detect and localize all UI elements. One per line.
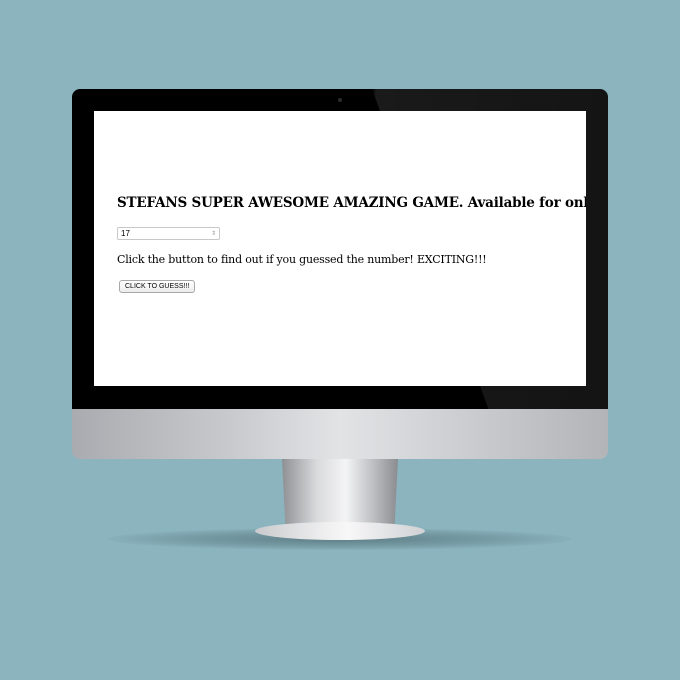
monitor-stand-foot: [255, 522, 425, 540]
screen: STEFANS SUPER AWESOME AMAZING GAME. Avai…: [94, 111, 586, 386]
guess-number-value: 17: [121, 229, 130, 238]
monitor-chin: [72, 409, 608, 459]
guess-button[interactable]: CLICK TO GUESS!!!: [119, 280, 196, 293]
instructions-text: Click the button to find out if you gues…: [117, 253, 487, 266]
stepper-icon[interactable]: ⇕: [211, 229, 216, 238]
guess-number-input[interactable]: 17 ⇕: [117, 227, 220, 240]
monitor-stand: [282, 459, 398, 527]
camera-icon: [338, 98, 342, 102]
page-title: STEFANS SUPER AWESOME AMAZING GAME. Avai…: [117, 195, 586, 211]
